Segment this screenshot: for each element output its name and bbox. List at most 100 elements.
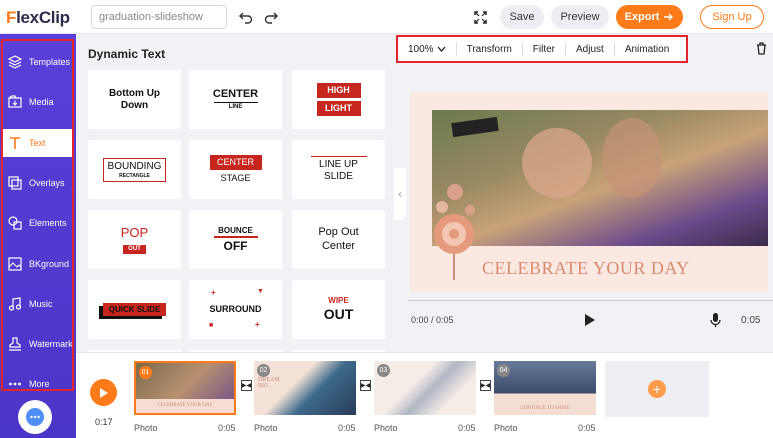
tile-line: [213, 101, 258, 104]
tile-frame: BOUNDING RECTANGLE: [102, 157, 167, 182]
clip-number: 01: [139, 366, 152, 379]
chevron-down-icon: [437, 46, 446, 52]
text-tile-highlight[interactable]: HIGH LIGHT: [292, 70, 385, 129]
templates-icon: [8, 55, 22, 69]
tile-label: SURROUND: [209, 304, 262, 315]
clip-type: Photo: [254, 423, 278, 433]
text-tile-wipe-out[interactable]: WIPE OUT: [292, 280, 385, 339]
tile-label: WIPE: [328, 296, 349, 306]
background-icon: [8, 257, 22, 271]
text-tile-surround[interactable]: + ▼ SURROUND ■ +: [189, 280, 282, 339]
text-tile-bounce-off[interactable]: BOUNCE OFF: [189, 210, 282, 269]
play-icon: [99, 387, 108, 398]
text-tile-bounding-rectangle[interactable]: BOUNDING RECTANGLE: [88, 140, 181, 199]
zoom-dropdown[interactable]: 100%: [398, 42, 457, 56]
microphone-icon[interactable]: [710, 312, 721, 328]
video-canvas[interactable]: CELEBRATE YOUR DAY: [410, 92, 768, 292]
timeline-clip-3[interactable]: 03: [374, 361, 476, 415]
plus-icon: +: [211, 288, 216, 297]
sidebar-item-overlays[interactable]: Overlays: [3, 169, 73, 197]
trash-icon[interactable]: [756, 42, 767, 60]
sidebar-item-music[interactable]: Music: [3, 290, 73, 318]
flower-decoration: [434, 184, 475, 280]
timeline-clip-1[interactable]: 01 CELEBRATE YOUR DAY: [134, 361, 236, 415]
tile-sublabel: OUT: [123, 244, 146, 254]
collapse-panel-handle[interactable]: ‹: [394, 168, 406, 220]
timeline: 0:17 01 CELEBRATE YOUR DAY Photo 0:05 ▶◀…: [76, 352, 773, 438]
text-tile-bottom-up-down[interactable]: Bottom Up Down: [88, 70, 181, 129]
toolbar-animation[interactable]: Animation: [615, 42, 679, 56]
fullscreen-icon[interactable]: [470, 7, 490, 27]
tile-label: CENTER: [212, 87, 259, 100]
sidebar-item-more[interactable]: More: [3, 370, 73, 398]
sidebar-item-label: Elements: [29, 218, 67, 228]
tile-line: [310, 155, 367, 158]
undo-icon[interactable]: [236, 7, 256, 27]
sidebar-item-label: Overlays: [29, 178, 65, 188]
clip-type: Photo: [494, 423, 518, 433]
text-tile-pop-out[interactable]: POP OUT: [88, 210, 181, 269]
sidebar-item-templates[interactable]: Templates: [3, 48, 73, 76]
preview-button[interactable]: Preview: [551, 5, 609, 29]
chat-icon: [26, 408, 44, 426]
redo-icon[interactable]: [261, 7, 281, 27]
transition-icon[interactable]: ▶◀: [480, 380, 491, 391]
add-clip-button[interactable]: +: [605, 361, 709, 417]
sidebar-item-elements[interactable]: Elements: [3, 209, 73, 237]
sidebar-item-text[interactable]: Text: [3, 129, 73, 157]
canvas-headline[interactable]: CELEBRATE YOUR DAY: [482, 258, 690, 279]
toolbar-transform[interactable]: Transform: [457, 42, 523, 56]
export-button[interactable]: Export: [616, 5, 683, 29]
timeline-play-button[interactable]: [90, 379, 117, 406]
watermark-icon: [9, 337, 21, 351]
sidebar-item-watermark[interactable]: Watermark: [3, 330, 73, 358]
transition-icon[interactable]: ▶◀: [360, 380, 371, 391]
tile-label: POP: [120, 225, 149, 241]
clip-duration: 0:05: [458, 423, 476, 433]
sidebar-item-bkground[interactable]: BKground: [3, 250, 73, 278]
flexclip-logo[interactable]: FlexClip: [6, 8, 70, 28]
tile-label: Bottom Up Down: [108, 87, 161, 111]
tile-label: QUICK SLIDE: [102, 302, 167, 317]
sidebar-item-label: Media: [29, 97, 54, 107]
tile-label: Pop Out Center: [318, 226, 359, 252]
timeline-clip-4[interactable]: 04 CONTINUE TO SHINE: [494, 361, 596, 415]
logo-letter: F: [6, 8, 17, 27]
timeline-clip-2[interactable]: 02 DREAM BIG: [254, 361, 356, 415]
tile-label: BOUNCE: [218, 225, 253, 235]
tile-label: BOUNDING: [107, 160, 162, 172]
text-tile-quick-slide[interactable]: QUICK SLIDE: [88, 280, 181, 339]
sign-up-button[interactable]: Sign Up: [700, 5, 764, 29]
toolbar-filter[interactable]: Filter: [523, 42, 567, 56]
text-tile-center-line[interactable]: CENTER LINE: [189, 70, 282, 129]
sidebar-item-media[interactable]: Media: [3, 88, 73, 116]
edit-toolbar: 100% Transform Filter Adjust Animation: [396, 35, 688, 63]
panel-title: Dynamic Text: [88, 47, 166, 61]
more-icon: [9, 382, 21, 386]
clip-duration: 0:05: [741, 315, 761, 326]
save-button[interactable]: Save: [500, 5, 544, 29]
music-icon: [8, 297, 22, 311]
zoom-value: 100%: [408, 43, 434, 55]
elements-icon: [8, 216, 22, 230]
play-icon[interactable]: [584, 313, 596, 327]
text-tile-line-up-slide[interactable]: LINE UP SLIDE: [292, 140, 385, 199]
project-name-input[interactable]: [91, 5, 227, 29]
tile-label: HIGH: [316, 83, 361, 98]
text-panel: Dynamic Text Bottom Up Down CENTER LINE …: [76, 34, 394, 352]
text-tile-pop-out-center[interactable]: Pop Out Center: [292, 210, 385, 269]
toolbar-adjust[interactable]: Adjust: [566, 42, 615, 56]
tile-sublabel: OFF: [223, 238, 248, 253]
tile-sublabel: STAGE: [220, 173, 251, 183]
clip-duration: 0:05: [338, 423, 356, 433]
chat-button[interactable]: [18, 400, 52, 434]
tile-sublabel: RECTANGLE: [119, 172, 150, 179]
text-tile-center-stage[interactable]: CENTER STAGE: [189, 140, 282, 199]
export-label: Export: [624, 11, 660, 23]
tile-label: LINE UP SLIDE: [319, 159, 358, 183]
tile-sublabel: LIGHT: [316, 101, 361, 116]
transition-icon[interactable]: ▶◀: [241, 380, 252, 391]
clip-number: 03: [377, 364, 390, 377]
sidebar-item-label: BKground: [29, 259, 70, 269]
graduation-cap: [451, 116, 499, 138]
